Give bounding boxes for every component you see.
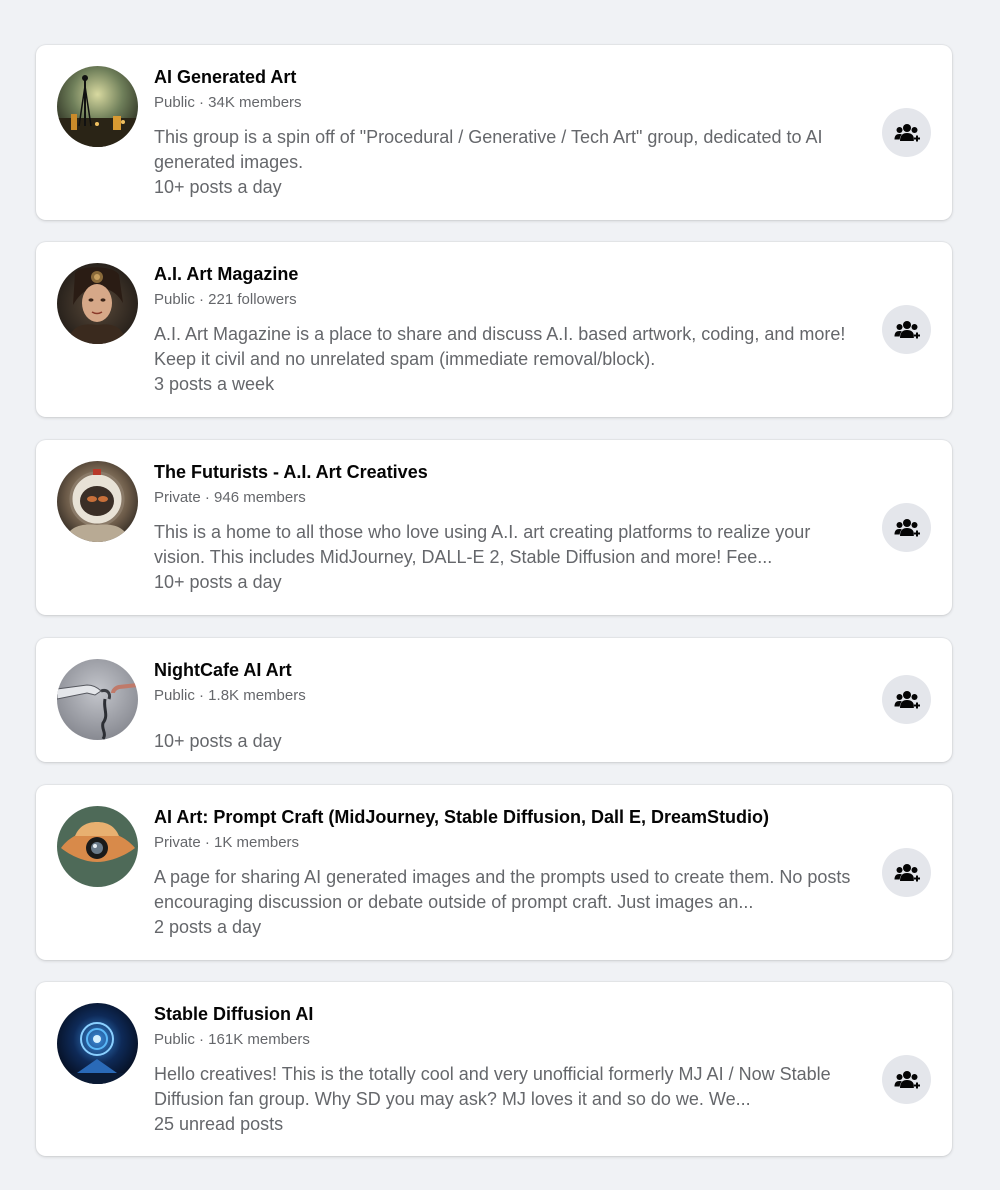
group-activity: 2 posts a day (154, 917, 262, 937)
group-card-ai-art-magazine[interactable]: A.I. Art Magazine Public · 221 followers… (36, 242, 952, 417)
join-group-icon (894, 690, 920, 708)
group-privacy-members: Public · 34K members (154, 94, 302, 111)
join-group-icon (894, 123, 920, 141)
group-name[interactable]: A.I. Art Magazine (154, 263, 864, 285)
group-card-ai-generated-art[interactable]: AI Generated Art Public · 34K members Th… (36, 45, 952, 220)
group-avatar[interactable] (57, 806, 138, 887)
group-activity: 25 unread posts (154, 1114, 284, 1134)
group-privacy-members: Public · 1.8K members (154, 687, 306, 704)
group-description: A page for sharing AI generated images a… (154, 867, 851, 912)
group-privacy-members: Public · 221 followers (154, 291, 297, 308)
group-card-the-futurists[interactable]: The Futurists - A.I. Art Creatives Priva… (36, 440, 952, 615)
group-avatar[interactable] (57, 263, 138, 344)
group-avatar[interactable] (57, 66, 138, 147)
group-avatar[interactable] (57, 461, 138, 542)
group-name[interactable]: AI Art: Prompt Craft (MidJourney, Stable… (154, 806, 864, 828)
join-group-button[interactable] (882, 848, 931, 897)
group-name[interactable]: AI Generated Art (154, 66, 864, 88)
group-privacy-members: Private · 1K members (154, 834, 300, 851)
join-group-button[interactable] (882, 108, 931, 157)
group-avatar[interactable] (57, 659, 138, 740)
group-card-stable-diffusion-ai[interactable]: Stable Diffusion AI Public · 161K member… (36, 982, 952, 1156)
group-name[interactable]: NightCafe AI Art (154, 659, 864, 681)
join-group-button[interactable] (882, 503, 931, 552)
group-activity: 10+ posts a day (154, 731, 282, 751)
join-group-icon (894, 1070, 920, 1088)
group-description: This group is a spin off of "Procedural … (154, 127, 823, 172)
group-name[interactable]: The Futurists - A.I. Art Creatives (154, 461, 864, 483)
join-group-icon (894, 518, 920, 536)
join-group-icon (894, 320, 920, 338)
group-privacy-members: Public · 161K members (154, 1031, 310, 1048)
join-group-button[interactable] (882, 1055, 931, 1104)
group-privacy-members: Private · 946 members (154, 489, 306, 506)
group-card-ai-art-prompt-craft[interactable]: AI Art: Prompt Craft (MidJourney, Stable… (36, 785, 952, 960)
group-activity: 10+ posts a day (154, 177, 282, 197)
join-group-button[interactable] (882, 675, 931, 724)
group-activity: 10+ posts a day (154, 572, 282, 592)
group-card-nightcafe-ai-art[interactable]: NightCafe AI Art Public · 1.8K members 1… (36, 638, 952, 762)
group-activity: 3 posts a week (154, 374, 275, 394)
join-group-icon (894, 863, 920, 881)
group-description: A.I. Art Magazine is a place to share an… (154, 324, 846, 369)
group-description: Hello creatives! This is the totally coo… (154, 1064, 831, 1109)
group-description: This is a home to all those who love usi… (154, 522, 811, 567)
group-avatar[interactable] (57, 1003, 138, 1084)
group-name[interactable]: Stable Diffusion AI (154, 1003, 864, 1025)
join-group-button[interactable] (882, 305, 931, 354)
